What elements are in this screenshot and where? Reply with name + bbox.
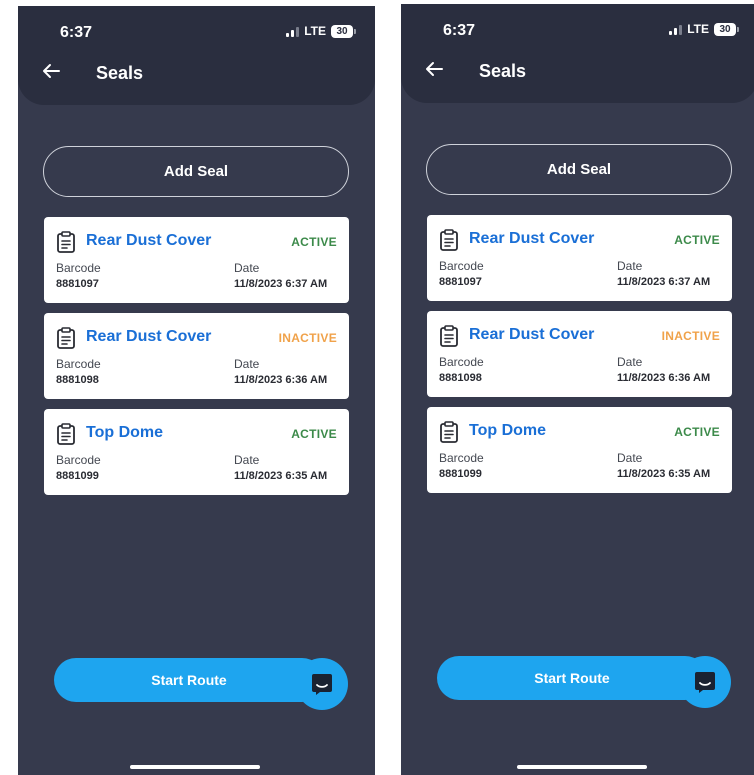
- page-title: Seals: [96, 63, 144, 83]
- phone-screen-right: 6:37 LTE 30 Seals Add Seal Rear Dust Cov…: [401, 4, 754, 775]
- date-label: Date: [617, 451, 643, 465]
- seal-card[interactable]: Rear Dust Cover INACTIVE Barcode 8881098…: [44, 313, 349, 399]
- barcode-value: 8881097: [439, 276, 482, 288]
- chat-button[interactable]: [679, 656, 731, 708]
- seal-card[interactable]: Rear Dust Cover ACTIVE Barcode 8881097 D…: [44, 217, 349, 303]
- status-badge: ACTIVE: [291, 427, 337, 441]
- signal-icon: [669, 24, 683, 35]
- barcode-label: Barcode: [56, 453, 101, 467]
- clipboard-icon: [57, 327, 75, 349]
- chat-icon: [695, 672, 715, 693]
- barcode-label: Barcode: [439, 451, 484, 465]
- phone-screen-left: 6:37 LTE 30 Seals Add Seal Rear Dust Cov…: [18, 6, 375, 775]
- status-time: 6:37: [60, 24, 93, 41]
- barcode-value: 8881099: [439, 468, 482, 480]
- arrow-left-icon[interactable]: [40, 60, 62, 82]
- date-value: 11/8/2023 6:37 AM: [234, 278, 328, 290]
- home-indicator[interactable]: [517, 765, 647, 769]
- status-badge: ACTIVE: [674, 233, 720, 247]
- seal-name: Rear Dust Cover: [86, 328, 212, 345]
- seal-name: Top Dome: [86, 424, 164, 441]
- barcode-value: 8881098: [56, 374, 99, 386]
- chat-icon: [312, 674, 332, 695]
- status-indicators: LTE 30: [669, 22, 739, 36]
- barcode-value: 8881099: [56, 470, 99, 482]
- date-label: Date: [617, 355, 643, 369]
- date-value: 11/8/2023 6:36 AM: [617, 372, 711, 384]
- page-title: Seals: [479, 61, 527, 81]
- clipboard-icon: [440, 229, 458, 251]
- barcode-label: Barcode: [439, 259, 484, 273]
- barcode-label: Barcode: [56, 357, 101, 371]
- barcode-value: 8881097: [56, 278, 99, 290]
- barcode-value: 8881098: [439, 372, 482, 384]
- status-badge: ACTIVE: [674, 425, 720, 439]
- date-value: 11/8/2023 6:36 AM: [234, 374, 328, 386]
- network-label: LTE: [304, 24, 326, 38]
- start-route-button[interactable]: Start Route: [437, 656, 707, 700]
- date-value: 11/8/2023 6:35 AM: [234, 470, 328, 482]
- home-indicator[interactable]: [130, 765, 260, 769]
- status-badge: INACTIVE: [661, 329, 720, 343]
- chat-button[interactable]: [296, 658, 348, 710]
- clipboard-icon: [57, 423, 75, 445]
- add-seal-button[interactable]: Add Seal: [426, 144, 732, 195]
- date-value: 11/8/2023 6:35 AM: [617, 468, 711, 480]
- barcode-label: Barcode: [439, 355, 484, 369]
- seal-name: Top Dome: [469, 422, 547, 439]
- seal-name: Rear Dust Cover: [469, 326, 595, 343]
- date-label: Date: [617, 259, 643, 273]
- seal-card[interactable]: Top Dome ACTIVE Barcode 8881099 Date 11/…: [427, 407, 732, 493]
- status-indicators: LTE 30: [286, 24, 356, 38]
- add-seal-button[interactable]: Add Seal: [43, 146, 349, 197]
- status-badge: INACTIVE: [278, 331, 337, 345]
- date-label: Date: [234, 357, 260, 371]
- app-header: 6:37 LTE 30 Seals: [18, 6, 375, 105]
- date-label: Date: [234, 453, 260, 467]
- seal-name: Rear Dust Cover: [469, 230, 595, 247]
- seal-name: Rear Dust Cover: [86, 232, 212, 249]
- seal-card[interactable]: Rear Dust Cover INACTIVE Barcode 8881098…: [427, 311, 732, 397]
- start-route-button[interactable]: Start Route: [54, 658, 324, 702]
- seal-card[interactable]: Top Dome ACTIVE Barcode 8881099 Date 11/…: [44, 409, 349, 495]
- battery-icon: 30: [331, 24, 356, 38]
- network-label: LTE: [687, 22, 709, 36]
- date-value: 11/8/2023 6:37 AM: [617, 276, 711, 288]
- clipboard-icon: [440, 421, 458, 443]
- status-time: 6:37: [443, 22, 476, 39]
- clipboard-icon: [57, 231, 75, 253]
- signal-icon: [286, 26, 300, 37]
- barcode-label: Barcode: [56, 261, 101, 275]
- status-badge: ACTIVE: [291, 235, 337, 249]
- seal-card[interactable]: Rear Dust Cover ACTIVE Barcode 8881097 D…: [427, 215, 732, 301]
- clipboard-icon: [440, 325, 458, 347]
- app-header: 6:37 LTE 30 Seals: [401, 4, 754, 103]
- battery-icon: 30: [714, 22, 739, 36]
- arrow-left-icon[interactable]: [423, 58, 445, 80]
- date-label: Date: [234, 261, 260, 275]
